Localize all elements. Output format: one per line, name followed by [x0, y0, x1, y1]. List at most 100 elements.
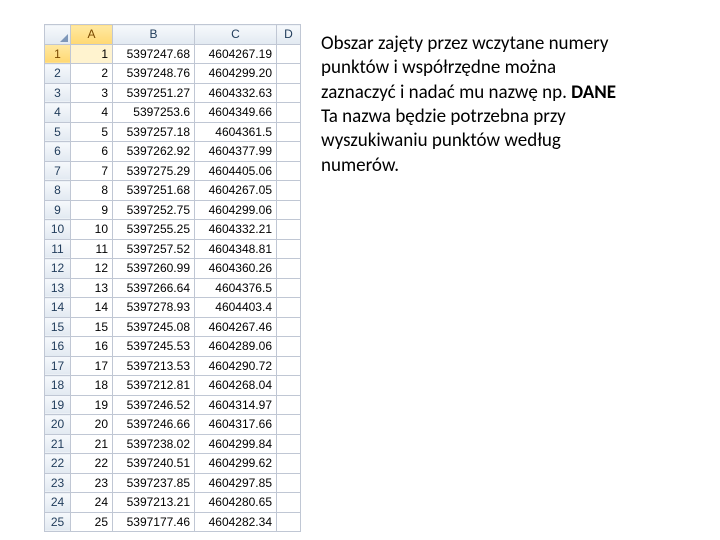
cell[interactable]: 5397213.21: [113, 493, 195, 513]
cell[interactable]: 4604349.66: [195, 103, 277, 123]
cell[interactable]: 4604348.81: [195, 239, 277, 259]
row-header[interactable]: 15: [45, 317, 71, 337]
cell[interactable]: 4604267.19: [195, 44, 277, 64]
table-row[interactable]: 25255397177.464604282.34: [45, 512, 301, 532]
cell[interactable]: 5397253.6: [113, 103, 195, 123]
cell[interactable]: 5397260.99: [113, 259, 195, 279]
cell[interactable]: 4604299.84: [195, 434, 277, 454]
cell[interactable]: 12: [71, 259, 113, 279]
cell[interactable]: 4604299.06: [195, 200, 277, 220]
cell[interactable]: [277, 142, 301, 162]
cell[interactable]: 4604405.06: [195, 161, 277, 181]
cell[interactable]: [277, 454, 301, 474]
row-header[interactable]: 22: [45, 454, 71, 474]
cell[interactable]: 23: [71, 473, 113, 493]
table-row[interactable]: 15155397245.084604267.46: [45, 317, 301, 337]
cell[interactable]: [277, 44, 301, 64]
cell[interactable]: [277, 278, 301, 298]
cell[interactable]: [277, 337, 301, 357]
table-row[interactable]: 13135397266.644604376.5: [45, 278, 301, 298]
table-row[interactable]: 23235397237.854604297.85: [45, 473, 301, 493]
cell[interactable]: [277, 493, 301, 513]
row-header[interactable]: 1: [45, 44, 71, 64]
row-header[interactable]: 4: [45, 103, 71, 123]
cell[interactable]: 4604290.72: [195, 356, 277, 376]
table-row[interactable]: 335397251.274604332.63: [45, 83, 301, 103]
cell[interactable]: [277, 122, 301, 142]
table-row[interactable]: 19195397246.524604314.97: [45, 395, 301, 415]
spreadsheet-grid[interactable]: A B C D 115397247.684604267.19225397248.…: [44, 24, 301, 532]
row-header[interactable]: 11: [45, 239, 71, 259]
row-header[interactable]: 5: [45, 122, 71, 142]
cell[interactable]: 21: [71, 434, 113, 454]
table-row[interactable]: 16165397245.534604289.06: [45, 337, 301, 357]
row-header[interactable]: 21: [45, 434, 71, 454]
cell[interactable]: 5397213.53: [113, 356, 195, 376]
cell[interactable]: [277, 395, 301, 415]
cell[interactable]: [277, 103, 301, 123]
row-header[interactable]: 23: [45, 473, 71, 493]
cell[interactable]: 1: [71, 44, 113, 64]
cell[interactable]: [277, 259, 301, 279]
cell[interactable]: 5397245.08: [113, 317, 195, 337]
row-header[interactable]: 10: [45, 220, 71, 240]
cell[interactable]: 4604360.26: [195, 259, 277, 279]
cell[interactable]: 4604314.97: [195, 395, 277, 415]
cell[interactable]: 5397246.66: [113, 415, 195, 435]
cell[interactable]: 9: [71, 200, 113, 220]
cell[interactable]: [277, 200, 301, 220]
cell[interactable]: [277, 434, 301, 454]
table-row[interactable]: 14145397278.934604403.4: [45, 298, 301, 318]
cell[interactable]: 2: [71, 64, 113, 84]
cell[interactable]: 5397262.92: [113, 142, 195, 162]
cell[interactable]: 4604297.85: [195, 473, 277, 493]
cell[interactable]: 4604332.63: [195, 83, 277, 103]
table-row[interactable]: 665397262.924604377.99: [45, 142, 301, 162]
cell[interactable]: 5397248.76: [113, 64, 195, 84]
cell[interactable]: 16: [71, 337, 113, 357]
cell[interactable]: 4604332.21: [195, 220, 277, 240]
cell[interactable]: 4604267.46: [195, 317, 277, 337]
cell[interactable]: [277, 181, 301, 201]
cell[interactable]: 10: [71, 220, 113, 240]
cell[interactable]: 11: [71, 239, 113, 259]
cell[interactable]: [277, 415, 301, 435]
table-row[interactable]: 775397275.294604405.06: [45, 161, 301, 181]
cell[interactable]: 4: [71, 103, 113, 123]
cell[interactable]: 7: [71, 161, 113, 181]
table-row[interactable]: 18185397212.814604268.04: [45, 376, 301, 396]
table-row[interactable]: 225397248.764604299.20: [45, 64, 301, 84]
row-header[interactable]: 9: [45, 200, 71, 220]
cell[interactable]: [277, 376, 301, 396]
cell[interactable]: [277, 64, 301, 84]
cell[interactable]: 13: [71, 278, 113, 298]
row-header[interactable]: 19: [45, 395, 71, 415]
select-all-corner[interactable]: [45, 25, 71, 45]
cell[interactable]: 4604299.20: [195, 64, 277, 84]
col-header-b[interactable]: B: [113, 25, 195, 45]
row-header[interactable]: 17: [45, 356, 71, 376]
cell[interactable]: 4604377.99: [195, 142, 277, 162]
cell[interactable]: 4604403.4: [195, 298, 277, 318]
cell[interactable]: 5397278.93: [113, 298, 195, 318]
row-header[interactable]: 7: [45, 161, 71, 181]
cell[interactable]: 8: [71, 181, 113, 201]
cell[interactable]: 4604280.65: [195, 493, 277, 513]
table-row[interactable]: 24245397213.214604280.65: [45, 493, 301, 513]
col-header-d[interactable]: D: [277, 25, 301, 45]
cell[interactable]: 5397238.02: [113, 434, 195, 454]
row-header[interactable]: 16: [45, 337, 71, 357]
cell[interactable]: 5397237.85: [113, 473, 195, 493]
row-header[interactable]: 24: [45, 493, 71, 513]
cell[interactable]: 4604267.05: [195, 181, 277, 201]
table-row[interactable]: 20205397246.664604317.66: [45, 415, 301, 435]
cell[interactable]: 5397266.64: [113, 278, 195, 298]
row-header[interactable]: 12: [45, 259, 71, 279]
table-row[interactable]: 115397247.684604267.19: [45, 44, 301, 64]
cell[interactable]: 5397257.52: [113, 239, 195, 259]
cell[interactable]: 3: [71, 83, 113, 103]
cell[interactable]: 18: [71, 376, 113, 396]
row-header[interactable]: 18: [45, 376, 71, 396]
row-header[interactable]: 3: [45, 83, 71, 103]
cell[interactable]: 5397240.51: [113, 454, 195, 474]
